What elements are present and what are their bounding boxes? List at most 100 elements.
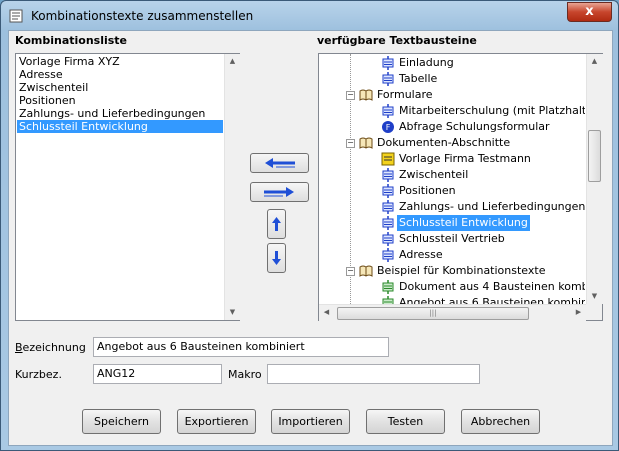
tree-item-label: Mitarbeiterschulung (mit Platzhaltern) — [399, 104, 585, 117]
arrow-down-icon — [272, 251, 281, 265]
text-block-icon — [382, 184, 394, 198]
tree-vertical-scrollbar[interactable]: ▲ ▼ — [586, 54, 603, 304]
tree-item[interactable]: Adresse — [319, 247, 585, 263]
scroll-down-icon[interactable]: ▼ — [225, 305, 240, 320]
move-left-button[interactable] — [250, 153, 309, 173]
tree-item[interactable]: − Formulare — [319, 87, 585, 103]
list-item[interactable]: Adresse — [17, 68, 223, 81]
list-item[interactable]: Vorlage Firma XYZ — [17, 55, 223, 68]
form-icon: F — [382, 121, 394, 133]
close-icon: x — [585, 4, 594, 19]
tree-item-label: Vorlage Firma Testmann — [399, 152, 531, 165]
kurzbez-label: Kurzbez. — [15, 368, 62, 381]
arrow-right-icon — [264, 187, 294, 197]
tree-item-label: Angebot aus 6 Bausteinen kombiniert — [399, 296, 585, 304]
tree-collapse-icon[interactable]: − — [346, 267, 355, 276]
speichern-button[interactable]: Speichern — [82, 409, 161, 434]
list-item[interactable]: Zwischenteil — [17, 81, 223, 94]
tree-collapse-icon[interactable]: − — [346, 139, 355, 148]
tree-item[interactable]: Mitarbeiterschulung (mit Platzhaltern) — [319, 103, 585, 119]
scroll-thumb[interactable]: ||| — [337, 307, 529, 320]
window-icon — [9, 9, 23, 23]
template-icon — [381, 152, 395, 166]
tree-item[interactable]: Tabelle — [319, 71, 585, 87]
tree-item-label: Dokument aus 4 Bausteinen kombiniert — [399, 280, 585, 293]
text-block-icon — [382, 232, 394, 246]
makro-label: Makro — [228, 368, 262, 381]
importieren-button[interactable]: Importieren — [271, 409, 350, 434]
tree-item-label: Zwischenteil — [399, 168, 469, 181]
kurzbez-input[interactable]: ANG12 — [93, 364, 222, 384]
arrow-left-icon — [265, 158, 295, 168]
tree-item-label: Schlussteil Vertrieb — [399, 232, 505, 245]
book-icon — [359, 89, 373, 101]
scroll-up-icon[interactable]: ▲ — [587, 54, 602, 69]
dialog-client: Kombinationsliste Vorlage Firma XYZ Adres… — [8, 30, 613, 446]
tree-item[interactable]: − Beispiel für Kombinationstexte — [319, 263, 585, 279]
tree-item[interactable]: Dokument aus 4 Bausteinen kombiniert — [319, 279, 585, 295]
text-block-icon — [382, 104, 394, 118]
tree-horizontal-scrollbar[interactable]: ◀ ||| ▶ — [319, 304, 586, 321]
arrow-up-icon — [272, 217, 281, 231]
text-block-icon — [382, 56, 394, 70]
tree-item[interactable]: Angebot aus 6 Bausteinen kombiniert — [319, 295, 585, 304]
combined-icon — [382, 280, 394, 294]
tree-item-label: Tabelle — [399, 72, 438, 85]
tree-item-label: Zahlungs- und Lieferbedingungen — [399, 200, 585, 213]
tree-item-label: Formulare — [377, 88, 433, 101]
scroll-thumb[interactable] — [588, 130, 601, 182]
tree-item[interactable]: Zahlungs- und Lieferbedingungen — [319, 199, 585, 215]
tree-item-label: Dokumenten-Abschnitte — [377, 136, 511, 149]
text-block-icon — [382, 72, 394, 86]
scroll-corner — [586, 304, 602, 320]
bezeichnung-label: Bezeichnung — [15, 341, 86, 354]
tree-item[interactable]: − Dokumenten-Abschnitte — [319, 135, 585, 151]
tree-item-label: Schlussteil Entwicklung — [397, 215, 530, 231]
tree-item[interactable]: F Abfrage Schulungsformular — [319, 119, 585, 135]
move-up-button[interactable] — [267, 209, 286, 239]
tree-item[interactable]: Schlussteil Vertrieb — [319, 231, 585, 247]
tree-item-label: Einladung — [399, 56, 454, 69]
kombinationsliste-heading: Kombinationsliste — [15, 34, 128, 47]
testen-button[interactable]: Testen — [366, 409, 445, 434]
tree-item-label: Positionen — [399, 184, 456, 197]
window-title: Kombinationstexte zusammenstellen — [31, 9, 254, 23]
combined-icon — [382, 296, 394, 304]
scroll-right-icon[interactable]: ▶ — [571, 305, 586, 320]
svg-text:F: F — [386, 123, 391, 132]
bezeichnung-input[interactable]: Angebot aus 6 Bausteinen kombiniert — [93, 337, 389, 357]
exportieren-button[interactable]: Exportieren — [177, 409, 256, 434]
textbausteine-tree[interactable]: Einladung Tabelle − Formulare Mitarbeitersch… — [318, 53, 603, 321]
title-bar: Kombinationstexte zusammenstellen x — [1, 1, 618, 31]
textbausteine-heading: verfügbare Textbausteine — [317, 34, 477, 47]
tree-item-label: Abfrage Schulungsformular — [399, 120, 550, 133]
tree-collapse-icon[interactable]: − — [346, 91, 355, 100]
text-block-icon — [382, 168, 394, 182]
text-block-icon — [382, 200, 394, 214]
tree-item-label: Adresse — [399, 248, 443, 261]
list-item[interactable]: Schlussteil Entwicklung — [17, 120, 223, 133]
list-item[interactable]: Zahlungs- und Lieferbedingungen — [17, 107, 223, 120]
tree-item[interactable]: Vorlage Firma Testmann — [319, 151, 585, 167]
tree-item[interactable]: Einladung — [319, 55, 585, 71]
tree-item[interactable]: Positionen — [319, 183, 585, 199]
scroll-down-icon[interactable]: ▼ — [587, 289, 602, 304]
close-button[interactable]: x — [567, 2, 612, 22]
kombinationsliste-scrollbar[interactable]: ▲ ▼ — [224, 54, 240, 320]
book-icon — [359, 265, 373, 277]
list-item[interactable]: Positionen — [17, 94, 223, 107]
text-block-icon — [382, 248, 394, 262]
move-right-button[interactable] — [250, 182, 309, 202]
dialog-window: Kombinationstexte zusammenstellen x Komb… — [0, 0, 619, 451]
scroll-left-icon[interactable]: ◀ — [319, 305, 334, 320]
tree-item[interactable]: Zwischenteil — [319, 167, 585, 183]
scroll-up-icon[interactable]: ▲ — [225, 54, 240, 69]
move-down-button[interactable] — [267, 243, 286, 273]
text-block-icon — [382, 216, 394, 230]
tree-item[interactable]: Schlussteil Entwicklung — [319, 215, 585, 231]
abbrechen-button[interactable]: Abbrechen — [461, 409, 540, 434]
kombinationsliste-listbox[interactable]: Vorlage Firma XYZ Adresse Zwischenteil Posi… — [15, 53, 240, 321]
tree-item-label: Beispiel für Kombinationstexte — [377, 264, 546, 277]
makro-input[interactable] — [267, 364, 480, 384]
book-icon — [359, 137, 373, 149]
